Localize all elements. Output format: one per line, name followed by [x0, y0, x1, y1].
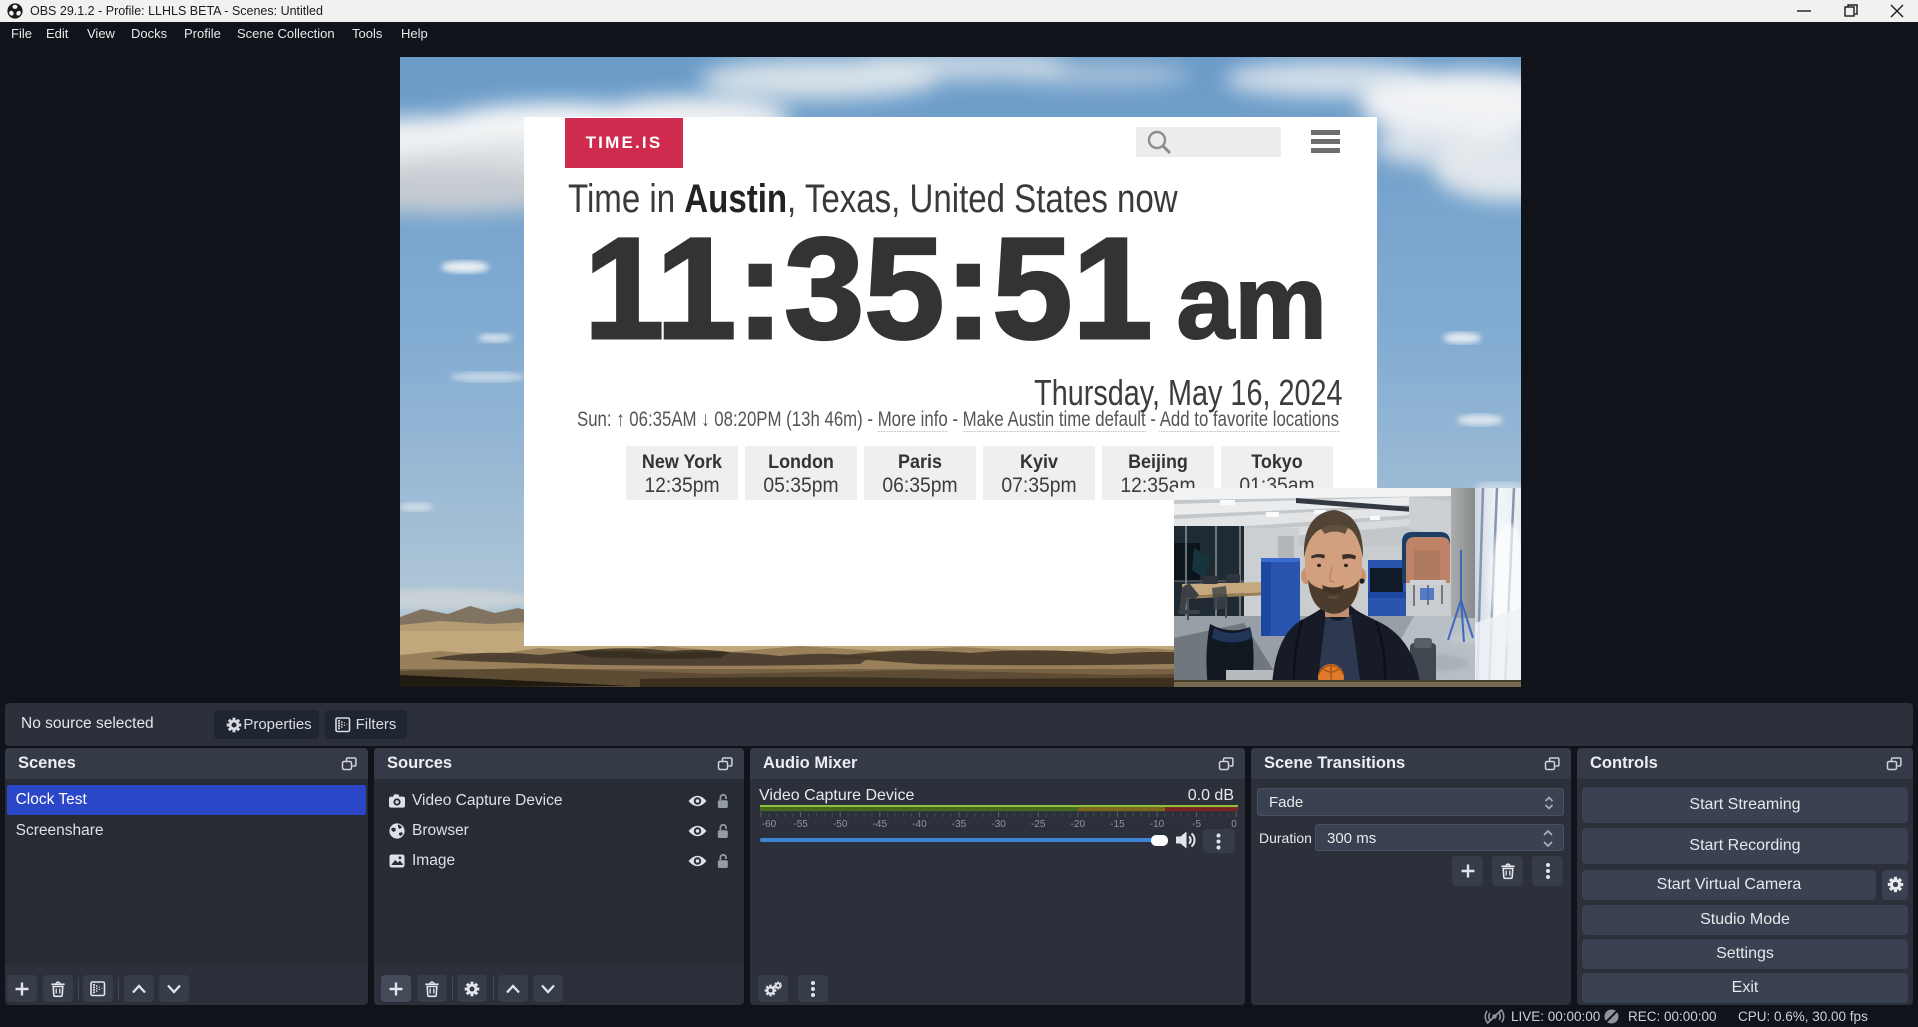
svg-text:-50: -50	[833, 819, 848, 829]
svg-text:-55: -55	[793, 819, 808, 829]
svg-text:-25: -25	[1031, 819, 1046, 829]
svg-text:-15: -15	[1110, 819, 1125, 829]
svg-text:-45: -45	[873, 819, 888, 829]
svg-text:-35: -35	[952, 819, 967, 829]
svg-text:-30: -30	[991, 819, 1006, 829]
svg-text:-5: -5	[1192, 819, 1201, 829]
svg-text:-60: -60	[762, 819, 777, 829]
svg-text:0: 0	[1231, 819, 1237, 829]
svg-text:-10: -10	[1150, 819, 1165, 829]
svg-text:-20: -20	[1071, 819, 1086, 829]
svg-text:-40: -40	[912, 819, 927, 829]
